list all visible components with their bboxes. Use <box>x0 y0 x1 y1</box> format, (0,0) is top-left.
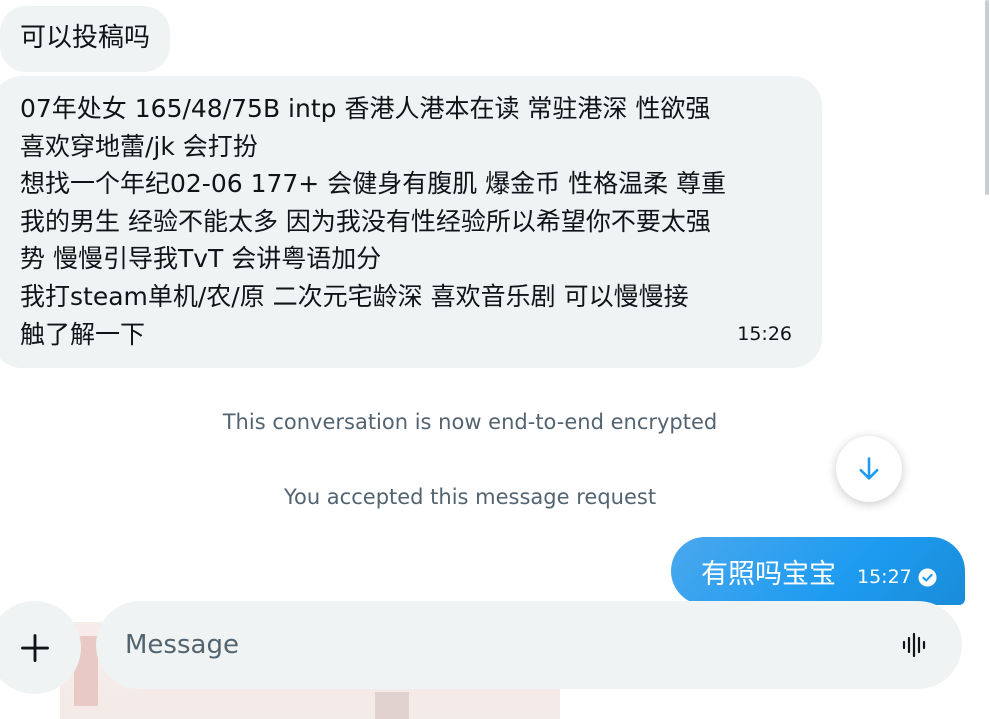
message-composer[interactable] <box>96 601 962 689</box>
voice-message-button[interactable] <box>898 629 930 661</box>
message-line: 触了解一下 <box>20 319 146 349</box>
sent-check-icon <box>918 567 937 587</box>
message-meta: 15:27 <box>857 566 937 588</box>
incoming-message-long[interactable]: 07年处女 165/48/75B intp 香港人港本在读 常驻港深 性欲强 喜… <box>0 76 822 368</box>
encryption-notice: This conversation is now end-to-end encr… <box>222 410 718 434</box>
message-line: 喜欢穿地蕾/jk 会打扮 <box>20 131 258 161</box>
message-text: 有照吗宝宝 <box>701 559 836 590</box>
incoming-message-short[interactable]: 可以投稿吗 <box>0 6 171 72</box>
arrow-down-icon <box>859 457 879 480</box>
message-text: 可以投稿吗 <box>20 23 151 53</box>
voice-waveform-icon <box>902 632 926 658</box>
message-timestamp: 15:27 <box>857 566 912 588</box>
message-line: 07年处女 165/48/75B intp 香港人港本在读 常驻港深 性欲强 <box>20 94 711 123</box>
message-input[interactable] <box>125 623 865 667</box>
outgoing-message[interactable]: 有照吗宝宝 15:27 <box>671 537 965 605</box>
message-line: 想找一个年纪02-06 177+ 会健身有腹肌 爆金币 性格温柔 尊重 <box>20 169 727 199</box>
message-timestamp: 15:26 <box>737 323 792 346</box>
message-line: 我打steam单机/农/原 二次元宅龄深 喜欢音乐剧 可以慢慢接 <box>20 281 689 311</box>
message-line: 我的男生 经验不能太多 因为我没有性经验所以希望你不要太强 <box>20 206 711 236</box>
plus-icon <box>20 633 49 662</box>
message-line: 势 慢慢引导我TvT 会讲粤语加分 <box>20 244 382 274</box>
scrollbar-thumb[interactable] <box>985 0 989 195</box>
request-accepted-notice: You accepted this message request <box>283 485 657 509</box>
